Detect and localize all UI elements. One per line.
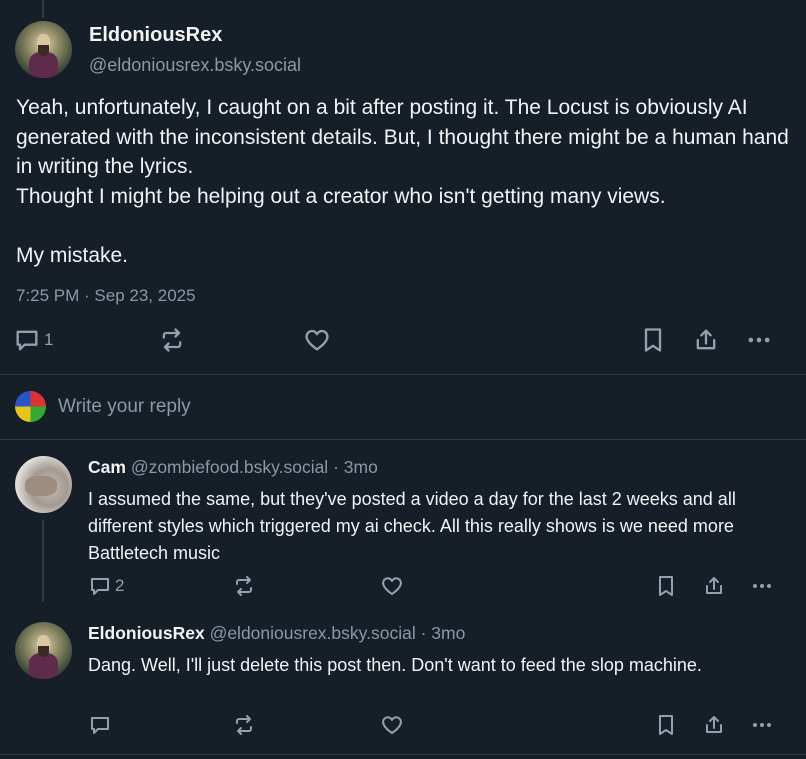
- speech-bubble-icon: [13, 326, 41, 354]
- share-upload-icon: [702, 713, 726, 737]
- heart-icon: [303, 326, 331, 354]
- like-button[interactable]: [303, 326, 331, 354]
- speech-bubble-icon: [88, 574, 112, 598]
- repost-button[interactable]: [158, 326, 186, 354]
- post-timestamp[interactable]: 7:25 PM · Sep 23, 2025: [16, 286, 196, 306]
- avatar-figure: [29, 653, 58, 679]
- reply-count: 1: [44, 330, 54, 349]
- current-user-avatar: [15, 391, 46, 422]
- reply-button[interactable]: 1: [13, 326, 53, 354]
- repost-arrows-icon: [232, 713, 256, 737]
- ellipsis-icon: [750, 713, 774, 737]
- like-button[interactable]: [380, 713, 404, 737]
- main-post: EldoniousRex @eldoniousrex.bsky.social Y…: [0, 0, 806, 374]
- bookmark-icon: [654, 574, 678, 598]
- bookmark-icon: [654, 713, 678, 737]
- bookmark-icon: [639, 326, 667, 354]
- reply-button[interactable]: [88, 713, 112, 737]
- repost-arrows-icon: [158, 326, 186, 354]
- reply-button[interactable]: 2: [88, 574, 124, 598]
- post-actions: 1: [0, 325, 806, 355]
- reply-header: Cam @zombiefood.bsky.social · 3mo: [88, 457, 378, 478]
- reply-actions: [0, 712, 806, 742]
- reply-separator: ·: [420, 623, 427, 643]
- reply-actions: 2: [0, 573, 806, 603]
- repost-button[interactable]: [232, 713, 256, 737]
- author-handle[interactable]: @eldoniousrex.bsky.social: [89, 55, 301, 76]
- reply-header: EldoniousRex @eldoniousrex.bsky.social ·…: [88, 623, 465, 644]
- ellipsis-icon: [750, 574, 774, 598]
- share-button[interactable]: [702, 713, 726, 737]
- author-display-name[interactable]: EldoniousRex: [89, 24, 222, 47]
- heart-icon: [380, 713, 404, 737]
- reply-text: Dang. Well, I'll just delete this post t…: [88, 655, 702, 675]
- more-options-button[interactable]: [750, 713, 774, 737]
- bookmark-button[interactable]: [654, 713, 678, 737]
- divider: [0, 439, 806, 440]
- divider: [0, 754, 806, 755]
- speech-bubble-icon: [88, 713, 112, 737]
- repost-button[interactable]: [232, 574, 256, 598]
- share-button[interactable]: [702, 574, 726, 598]
- reply-author-handle[interactable]: @eldoniousrex.bsky.social: [210, 623, 416, 643]
- more-options-button[interactable]: [750, 574, 774, 598]
- reply-avatar[interactable]: [15, 456, 72, 513]
- reply-age[interactable]: 3mo: [431, 623, 465, 643]
- like-button[interactable]: [380, 574, 404, 598]
- reply-count: 2: [115, 576, 125, 595]
- post-text: Yeah, unfortunately, I caught on a bit a…: [16, 96, 789, 267]
- avatar-hand: [25, 475, 57, 496]
- reply-avatar[interactable]: [15, 622, 72, 679]
- repost-arrows-icon: [232, 574, 256, 598]
- reply-author-name[interactable]: Cam: [88, 457, 126, 477]
- reply-separator: ·: [333, 457, 339, 477]
- avatar-figure: [29, 52, 58, 78]
- more-options-button[interactable]: [745, 326, 773, 354]
- bookmark-button[interactable]: [639, 326, 667, 354]
- ellipsis-icon: [745, 326, 773, 354]
- reply-text: I assumed the same, but they've posted a…: [88, 489, 736, 563]
- share-upload-icon: [692, 326, 720, 354]
- bookmark-button[interactable]: [654, 574, 678, 598]
- share-upload-icon: [702, 574, 726, 598]
- avatar[interactable]: [15, 21, 72, 78]
- reply-input-placeholder[interactable]: Write your reply: [58, 396, 191, 418]
- reply-author-handle[interactable]: @zombiefood.bsky.social: [131, 457, 328, 477]
- share-button[interactable]: [692, 326, 720, 354]
- heart-icon: [380, 574, 404, 598]
- reply-author-name[interactable]: EldoniousRex: [88, 623, 205, 643]
- reply-age[interactable]: 3mo: [344, 457, 378, 477]
